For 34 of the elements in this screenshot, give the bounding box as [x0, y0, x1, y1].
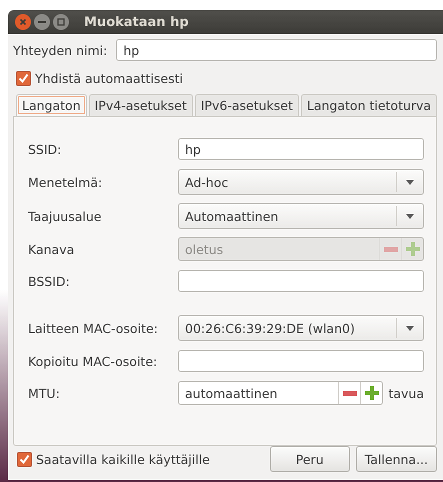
tab[interactable]: IPv6-asetukset [194, 94, 299, 116]
window-title: Muokataan hp [84, 14, 189, 30]
field-label: SSID: [28, 142, 62, 156]
field-label: Yhteyden nimi: [13, 42, 108, 58]
dropdown[interactable]: 00:26:C6:39:29:DE (wlan0) [178, 315, 424, 341]
field-label: Menetelmä: [28, 174, 104, 190]
field-label: MTU: [28, 386, 61, 400]
field-label: Laitteen MAC-osoite: [28, 320, 159, 336]
tab[interactable]: Langaton tietoturva [300, 94, 438, 116]
checkbox-label: Yhdistä automaattisesti [35, 71, 184, 86]
close-icon[interactable] [15, 14, 31, 30]
field-label: Kanava [28, 242, 76, 256]
dropdown-arrow-icon [406, 180, 414, 184]
dropdown-arrow-icon [406, 326, 414, 330]
checkbox[interactable] [16, 71, 31, 86]
checkbox[interactable] [17, 452, 32, 466]
field-label: Kopioitu MAC-osoite: [28, 354, 158, 368]
text-field[interactable] [178, 350, 424, 372]
text-field[interactable] [178, 270, 424, 292]
dropdown[interactable]: Automaattinen [178, 203, 424, 229]
dialog-button[interactable]: Tallenna... [356, 446, 437, 472]
dropdown[interactable]: Ad-hoc [178, 169, 424, 195]
checkbox-label: Saatavilla kaikille käyttäjille [36, 452, 210, 466]
minimize-icon[interactable] [34, 14, 50, 30]
field-label: BSSID: [28, 274, 71, 288]
tab[interactable]: Langaton [16, 94, 87, 116]
unit-label: tavua [388, 386, 424, 400]
text-field[interactable]: hp [116, 39, 437, 61]
field-label: Taajuusalue [28, 208, 102, 224]
maximize-icon[interactable] [53, 14, 69, 30]
text-field[interactable]: hp [178, 138, 424, 160]
dialog-button[interactable]: Peru [270, 446, 350, 472]
dropdown-arrow-icon [406, 214, 414, 218]
tab[interactable]: IPv4-asetukset [88, 94, 193, 116]
